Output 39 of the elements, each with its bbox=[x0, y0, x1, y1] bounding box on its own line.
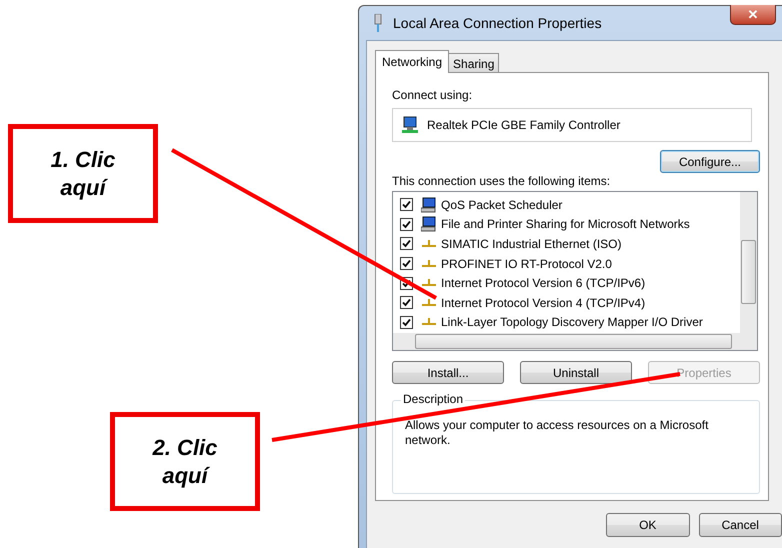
configure-button[interactable]: Configure... bbox=[660, 150, 760, 173]
computer-icon bbox=[421, 196, 437, 213]
action-button[interactable]: Uninstall bbox=[520, 361, 632, 384]
description-text: Allows your computer to access resources on a Microsoft network. bbox=[405, 418, 710, 448]
list-item[interactable]: File and Printer Sharing for Microsoft Networks bbox=[441, 217, 690, 232]
connect-using-label: Connect using: bbox=[392, 87, 474, 103]
checkbox[interactable] bbox=[400, 198, 413, 212]
callout-box: 2. Clic aquí bbox=[110, 412, 260, 511]
protocol-icon bbox=[421, 318, 437, 326]
computer-icon bbox=[421, 216, 437, 232]
checkbox[interactable] bbox=[400, 218, 413, 231]
vertical-scrollbar[interactable] bbox=[740, 192, 757, 333]
tab[interactable]: Networking bbox=[375, 50, 450, 73]
description-legend: Description bbox=[401, 392, 466, 406]
callout-box: 1. Clic aquí bbox=[8, 124, 158, 223]
list-item[interactable]: SIMATIC Industrial Ethernet (ISO) bbox=[441, 236, 622, 251]
adapter-field: Realtek PCIe GBE Family Controller bbox=[392, 108, 752, 142]
horizontal-scrollbar[interactable] bbox=[393, 333, 757, 350]
tab[interactable]: Sharing bbox=[448, 53, 500, 72]
action-button[interactable]: Install... bbox=[392, 361, 504, 384]
protocol-icon bbox=[421, 298, 437, 307]
checkbox[interactable] bbox=[400, 237, 413, 250]
protocol-icon bbox=[421, 240, 437, 248]
network-cable-icon bbox=[373, 14, 383, 32]
list-item[interactable]: QoS Packet Scheduler bbox=[441, 198, 562, 212]
window-title: Local Area Connection Properties bbox=[393, 15, 602, 31]
list-item[interactable]: PROFINET IO RT-Protocol V2.0 bbox=[441, 256, 612, 271]
list-item[interactable]: Internet Protocol Version 4 (TCP/IPv4) bbox=[441, 296, 646, 310]
list-item[interactable]: Link-Layer Topology Discovery Mapper I/O Driver bbox=[441, 315, 703, 330]
items-label: This connection uses the following items: bbox=[392, 173, 612, 189]
checkbox[interactable] bbox=[400, 316, 413, 329]
list-item[interactable]: Internet Protocol Version 6 (TCP/IPv6) bbox=[441, 276, 646, 290]
protocol-icon bbox=[421, 260, 437, 268]
network-adapter-icon bbox=[401, 116, 419, 134]
protocol-icon bbox=[421, 279, 437, 288]
dialog-button[interactable]: OK bbox=[606, 513, 690, 537]
checkbox[interactable] bbox=[400, 257, 413, 270]
checkbox[interactable] bbox=[400, 296, 413, 310]
dialog-button[interactable]: Cancel bbox=[698, 513, 782, 537]
